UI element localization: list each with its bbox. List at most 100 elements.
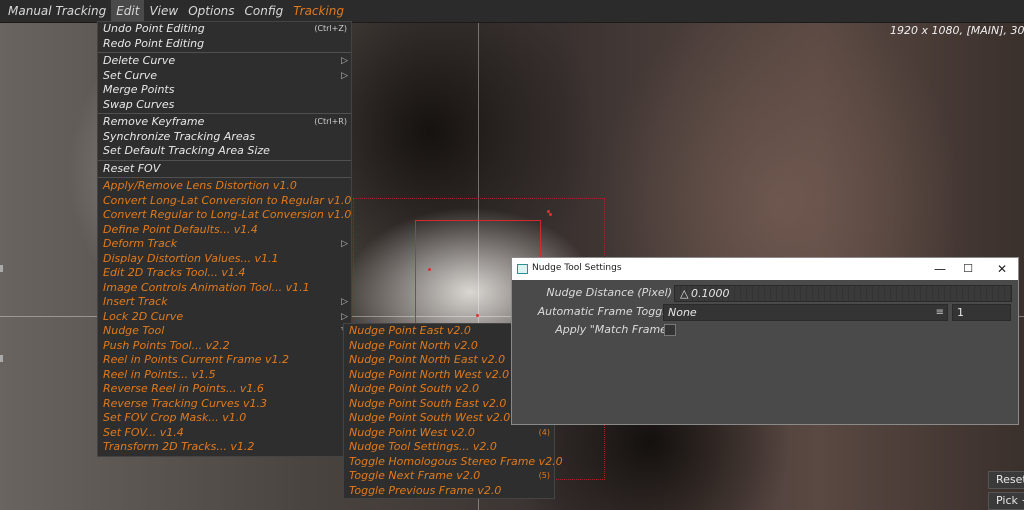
menu-bar: Manual Tracking Edit View Options Config… (0, 0, 1024, 23)
edit-menu: Undo Point Editing (Ctrl+Z) Redo Point Ed… (97, 21, 352, 457)
pick-button[interactable]: Pick + (988, 492, 1024, 510)
menu-item-lock-2d-curve[interactable]: Lock 2D Curve ▷ (98, 310, 351, 325)
menu-item-label: Swap Curves (103, 97, 175, 111)
menu-edit[interactable]: Edit (111, 0, 145, 22)
menu-item-label: Redo Point Editing (103, 36, 205, 50)
menu-item-display-distortion-values[interactable]: Display Distortion Values... v1.1 (98, 252, 351, 267)
menu-item-nudge-west[interactable]: Nudge Point West v2.0 (4) (344, 426, 554, 441)
menu-item-label: Reverse Reel in Points... v1.6 (103, 382, 264, 395)
menu-item-label: Transform 2D Tracks... v1.2 (103, 440, 255, 453)
menu-item-delete-curve[interactable]: Delete Curve ▷ (98, 54, 351, 69)
menu-item-deform-track[interactable]: Deform Track ▷ (98, 237, 351, 252)
nudge-distance-label: Nudge Distance (Pixel) (546, 286, 672, 299)
minimize-icon[interactable]: — (930, 261, 950, 277)
menu-item-set-curve[interactable]: Set Curve ▷ (98, 69, 351, 84)
menu-item-nudge-tool-settings[interactable]: Nudge Tool Settings... v2.0 (344, 440, 554, 455)
menu-item-set-default-tracking-area-size[interactable]: Set Default Tracking Area Size (98, 144, 351, 159)
apply-match-frame-checkbox[interactable] (664, 324, 676, 336)
menu-item-label: Edit 2D Tracks Tool... v1.4 (103, 266, 246, 279)
edge-marker (0, 265, 3, 272)
track-point[interactable] (428, 268, 431, 271)
reset-button[interactable]: Reset (988, 471, 1024, 489)
maximize-icon[interactable]: ☐ (958, 261, 978, 277)
close-icon[interactable]: ✕ (992, 261, 1012, 277)
auto-frame-toggle-label: Automatic Frame Toggle (537, 305, 672, 318)
menu-item-define-point-defaults[interactable]: Define Point Defaults... v1.4 (98, 223, 351, 238)
menu-item-set-fov-crop-mask[interactable]: Set FOV Crop Mask... v1.0 (98, 411, 351, 426)
menu-item-label: Nudge Point South East v2.0 (349, 396, 507, 410)
shortcut-label: (Ctrl+Z) (314, 24, 347, 33)
dialog-title: Nudge Tool Settings (532, 263, 622, 273)
shortcut-label: (4) (538, 427, 550, 437)
menu-config[interactable]: Config (240, 0, 289, 22)
menu-item-transform-2d-tracks[interactable]: Transform 2D Tracks... v1.2 (98, 440, 351, 455)
menu-item-label: Synchronize Tracking Areas (103, 129, 256, 143)
track-point[interactable] (476, 314, 479, 317)
menu-item-label: Nudge Point North West v2.0 (349, 367, 510, 381)
menu-item-undo-point-editing[interactable]: Undo Point Editing (Ctrl+Z) (98, 22, 351, 37)
menu-item-label: Nudge Point West v2.0 (349, 425, 475, 439)
menu-item-reel-in-points[interactable]: Reel in Points... v1.5 (98, 368, 351, 383)
shortcut-label: (Ctrl+R) (314, 117, 347, 126)
menu-separator (98, 113, 351, 114)
menu-item-label: Nudge Tool Settings... v2.0 (349, 440, 497, 453)
menu-separator (98, 159, 351, 161)
menu-item-label: Set Default Tracking Area Size (103, 144, 270, 157)
auto-frame-toggle-number-field[interactable]: 1 (952, 304, 1011, 321)
menu-item-insert-track[interactable]: Insert Track ▷ (98, 295, 351, 310)
nudge-distance-slider[interactable]: △ 0.1000 (674, 285, 1012, 302)
menu-item-label: Image Controls Animation Tool... v1.1 (103, 280, 310, 294)
menu-item-set-fov[interactable]: Set FOV... v1.4 (98, 426, 351, 441)
menu-item-label: Insert Track (103, 295, 168, 308)
menu-item-toggle-previous-frame[interactable]: Toggle Previous Frame v2.0 (344, 484, 554, 499)
menu-item-label: Remove Keyframe (103, 115, 205, 128)
menu-item-synchronize-tracking-areas[interactable]: Synchronize Tracking Areas (98, 130, 351, 145)
menu-item-reel-in-points-current-frame[interactable]: Reel in Points Current Frame v1.2 (98, 353, 351, 368)
menu-item-reverse-tracking-curves[interactable]: Reverse Tracking Curves v1.3 (98, 397, 351, 412)
edge-marker (0, 355, 3, 362)
menu-item-image-controls-animation[interactable]: Image Controls Animation Tool... v1.1 (98, 281, 351, 296)
menu-item-redo-point-editing[interactable]: Redo Point Editing (98, 37, 351, 52)
menu-item-merge-points[interactable]: Merge Points (98, 83, 351, 98)
menu-item-label: Toggle Previous Frame v2.0 (349, 483, 502, 497)
menu-item-reverse-reel-in-points[interactable]: Reverse Reel in Points... v1.6 (98, 382, 351, 397)
menu-item-convert-long-lat[interactable]: Convert Long-Lat Conversion to Regular v… (98, 194, 351, 209)
menu-view[interactable]: View (144, 0, 183, 22)
menu-item-nudge-tool[interactable]: Nudge Tool▽ (98, 324, 351, 339)
track-point[interactable] (549, 213, 552, 216)
menu-item-push-points-tool[interactable]: Push Points Tool... v2.2 (98, 339, 351, 354)
menu-item-lens-distortion[interactable]: Apply/Remove Lens Distortion v1.0 (98, 179, 351, 194)
menu-item-label: Define Point Defaults... v1.4 (103, 222, 258, 236)
menu-item-remove-keyframe[interactable]: Remove Keyframe (Ctrl+R) (98, 115, 351, 130)
menu-item-toggle-next-frame[interactable]: Toggle Next Frame v2.0 (5) (344, 469, 554, 484)
auto-frame-toggle-value: None (668, 306, 697, 319)
menu-item-label: Toggle Next Frame v2.0 (349, 469, 481, 482)
submenu-arrow-icon: ▷ (341, 56, 348, 66)
resolution-info: 1920 x 1080, [MAIN], 30.00 m (890, 24, 1024, 37)
menu-options[interactable]: Options (183, 0, 239, 22)
menu-item-label: Convert Long-Lat Conversion to Regular v… (103, 193, 352, 207)
menu-item-edit-2d-tracks[interactable]: Edit 2D Tracks Tool... v1.4 (98, 266, 351, 281)
menu-item-label: Nudge Point South v2.0 (349, 382, 480, 395)
menu-item-label: Deform Track (103, 237, 178, 250)
menu-item-toggle-homologous-stereo-frame[interactable]: Toggle Homologous Stereo Frame v2.0 (344, 455, 563, 470)
menu-tracking[interactable]: Tracking (288, 0, 349, 22)
menu-manual-tracking[interactable]: Manual Tracking (0, 0, 111, 22)
submenu-arrow-icon: ▷ (341, 239, 348, 249)
menu-item-label: Apply/Remove Lens Distortion v1.0 (103, 179, 297, 192)
nudge-distance-value: 0.1000 (691, 287, 730, 300)
menu-item-label: Set FOV Crop Mask... v1.0 (103, 411, 247, 424)
dialog-titlebar[interactable]: Nudge Tool Settings — ☐ ✕ (512, 258, 1018, 280)
shortcut-label: (5) (538, 471, 550, 480)
auto-frame-toggle-select[interactable]: None ≡ (663, 304, 948, 321)
menu-item-label: Set FOV... v1.4 (103, 425, 184, 439)
menu-item-reset-fov[interactable]: Reset FOV (98, 162, 351, 177)
menu-item-label: Reset FOV (103, 161, 161, 175)
nudge-tool-settings-dialog: Nudge Tool Settings — ☐ ✕ Nudge Distance… (511, 257, 1019, 425)
menu-item-label: Display Distortion Values... v1.1 (103, 251, 279, 265)
menu-item-label: Delete Curve (103, 54, 176, 67)
menu-item-swap-curves[interactable]: Swap Curves (98, 98, 351, 113)
menu-item-convert-regular[interactable]: Convert Regular to Long-Lat Conversion v… (98, 208, 351, 223)
menu-separator (98, 177, 351, 178)
menu-item-label: Nudge Point North East v2.0 (349, 353, 506, 366)
